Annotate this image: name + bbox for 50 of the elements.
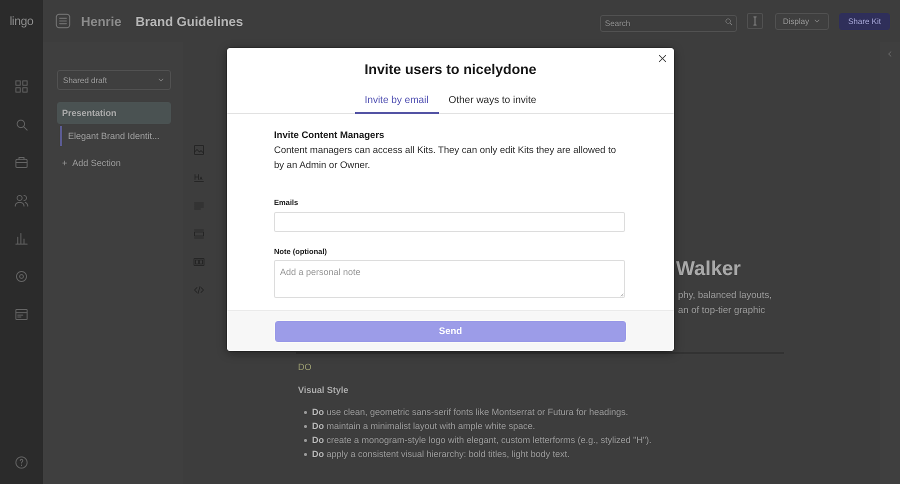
paragraph-text: an of top-tier graphic (678, 304, 766, 318)
media-icon[interactable] (193, 256, 205, 268)
section-item[interactable]: Presentation (57, 102, 171, 124)
users-icon[interactable] (14, 193, 29, 208)
description-text: Content managers can access all Kits. They can only edit Kits they are allowed to by an Admin or Owner. (274, 144, 618, 172)
list-item-text: Do create a monogram-style logo with elegant, custom letterforms (e.g., stylized "H"). (312, 435, 652, 445)
bullet-dot (304, 410, 307, 414)
workspace-name[interactable]: Henrie (81, 14, 122, 28)
caret-icon (157, 76, 165, 84)
tab[interactable]: Invite by email (354, 95, 439, 114)
dialog-title: Invite users to nicelydone (364, 61, 538, 77)
chevron-left-icon[interactable] (886, 50, 894, 58)
search-icon[interactable] (14, 117, 29, 132)
do-label: DO (298, 362, 312, 372)
code-icon[interactable] (193, 284, 205, 296)
close-icon[interactable] (657, 53, 668, 64)
card-icon[interactable] (14, 307, 29, 322)
grid-icon[interactable] (14, 79, 29, 94)
tab[interactable]: Other ways to invite (438, 95, 546, 114)
page-item[interactable]: Elegant Brand Identit... (60, 126, 171, 146)
bullet-dot (304, 452, 307, 456)
subheading: Visual Style (298, 385, 350, 395)
list-item-text: Do maintain a minimalist layout with ample white space. (312, 421, 536, 431)
help-icon[interactable] (14, 455, 29, 470)
version-select[interactable]: Shared draft (57, 70, 171, 90)
bullet-dot (304, 438, 307, 442)
display-button[interactable]: Display (774, 12, 830, 30)
box-icon[interactable] (14, 155, 29, 170)
bullet-dot (304, 424, 307, 428)
bar-chart-icon[interactable] (14, 231, 29, 246)
settings-icon[interactable] (14, 269, 29, 284)
app-logo[interactable]: lingo (10, 14, 34, 28)
section-title: Invite Content Managers (274, 130, 386, 141)
search-field[interactable]: Search (600, 14, 737, 32)
paragraph-text: phy, balanced layouts, (678, 289, 773, 303)
heading-icon[interactable] (193, 172, 205, 184)
list-item-text: Do use clean, geometric sans-serif fonts like Montserrat or Futura for headings. (312, 407, 628, 417)
list-item-text: Do apply a consistent visual hierarchy: bold titles, light body text. (312, 449, 570, 459)
add-section-button[interactable]: + Add Section (57, 152, 171, 174)
banner-icon[interactable] (193, 228, 205, 240)
kit-title: Brand Guidelines (135, 14, 244, 28)
heading-text: Walker (676, 258, 742, 282)
menu-icon[interactable] (55, 13, 71, 29)
more-icon[interactable] (746, 13, 763, 29)
caret-icon (813, 17, 822, 25)
share-kit-button[interactable]: Share Kit (839, 12, 890, 30)
note-field[interactable]: Add a personal note (274, 260, 625, 298)
search-icon (724, 16, 733, 26)
image-icon[interactable] (193, 144, 205, 156)
email-field[interactable] (274, 212, 625, 232)
